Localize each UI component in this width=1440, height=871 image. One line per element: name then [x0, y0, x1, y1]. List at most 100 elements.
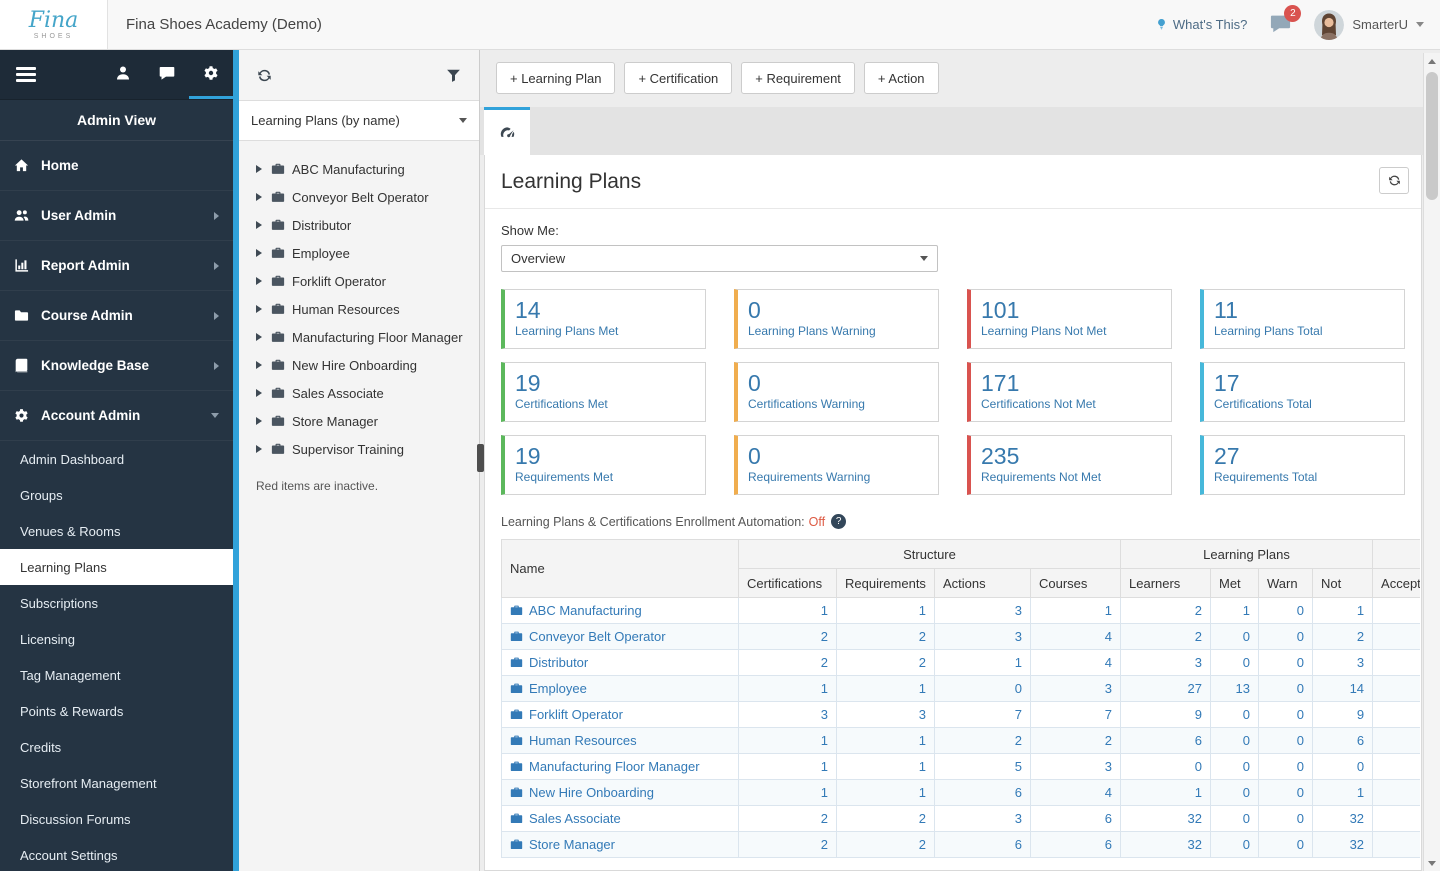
cell-not[interactable]: 32	[1311, 805, 1374, 832]
cell-warn[interactable]: 0	[1258, 805, 1313, 832]
cell-courses[interactable]: 6	[1030, 831, 1121, 858]
cell-actions[interactable]: 6	[934, 831, 1031, 858]
cell-met[interactable]: 1	[1210, 597, 1259, 624]
cell-requirements[interactable]: 1	[836, 727, 935, 754]
tree-item[interactable]: Human Resources	[239, 295, 479, 323]
tree-item[interactable]: Manufacturing Floor Manager	[239, 323, 479, 351]
cell-certifications[interactable]: 2	[738, 805, 837, 832]
learning-plan-link[interactable]: Manufacturing Floor Manager	[529, 759, 700, 774]
sidebar-subitem[interactable]: Licensing	[0, 621, 233, 657]
help-icon[interactable]: ?	[831, 514, 847, 529]
sidebar-subitem[interactable]: Venues & Rooms	[0, 513, 233, 549]
expand-arrow-icon[interactable]	[256, 277, 262, 285]
stat-card[interactable]: 17 Certifications Total	[1200, 362, 1405, 422]
sidebar-subitem[interactable]: Credits	[0, 729, 233, 765]
cell-certifications[interactable]: 2	[738, 623, 837, 650]
cell-met[interactable]: 0	[1210, 701, 1259, 728]
cell-met[interactable]: 0	[1210, 623, 1259, 650]
cell-warn[interactable]: 0	[1258, 727, 1313, 754]
stat-card[interactable]: 19 Requirements Met	[501, 435, 706, 495]
expand-arrow-icon[interactable]	[256, 221, 262, 229]
cell-actions[interactable]: 7	[934, 701, 1031, 728]
cell-courses[interactable]: 2	[1030, 727, 1121, 754]
cell-not[interactable]: 1	[1311, 597, 1374, 624]
sidebar-item-report-admin[interactable]: Report Admin	[0, 241, 233, 291]
scroll-down-button[interactable]	[1424, 855, 1440, 871]
scroll-up-button[interactable]	[1424, 53, 1440, 69]
cell-learners[interactable]: 32	[1120, 805, 1211, 832]
cell-not[interactable]: 14	[1311, 675, 1374, 702]
cell-certifications[interactable]: 2	[738, 649, 837, 676]
cell-actions[interactable]: 6	[934, 779, 1031, 806]
cell-warn[interactable]: 0	[1258, 701, 1313, 728]
learning-plan-link[interactable]: Employee	[529, 681, 587, 696]
cell-warn[interactable]: 0	[1258, 779, 1313, 806]
expand-arrow-icon[interactable]	[256, 165, 262, 173]
cell-certifications[interactable]: 2	[738, 831, 837, 858]
cell-warn[interactable]: 0	[1258, 831, 1313, 858]
sidebar-item-account-admin[interactable]: Account Admin	[0, 391, 233, 441]
tree-sort-dropdown[interactable]: Learning Plans (by name)	[239, 100, 479, 141]
sidebar-subitem[interactable]: Groups	[0, 477, 233, 513]
whats-this-button[interactable]: What's This?	[1155, 17, 1247, 32]
cell-certifications[interactable]: 1	[738, 727, 837, 754]
cell-certifications[interactable]: 1	[738, 597, 837, 624]
cell-learners[interactable]: 6	[1120, 727, 1211, 754]
expand-arrow-icon[interactable]	[256, 417, 262, 425]
add-learning-plan-button[interactable]: + Learning Plan	[496, 62, 616, 94]
expand-arrow-icon[interactable]	[256, 445, 262, 453]
cell-requirements[interactable]: 2	[836, 831, 935, 858]
tab-dashboard[interactable]	[484, 107, 530, 155]
cell-requirements[interactable]: 2	[836, 805, 935, 832]
user-menu[interactable]: SmarterU	[1314, 9, 1424, 40]
learning-plan-link[interactable]: Store Manager	[529, 837, 615, 852]
cell-not[interactable]: 3	[1311, 649, 1374, 676]
cell-certifications[interactable]: 1	[738, 779, 837, 806]
cell-learners[interactable]: 32	[1120, 831, 1211, 858]
expand-arrow-icon[interactable]	[256, 305, 262, 313]
messages-button[interactable]: 2	[1269, 4, 1302, 37]
cell-requirements[interactable]: 1	[836, 779, 935, 806]
tree-item[interactable]: Distributor	[239, 211, 479, 239]
refresh-button[interactable]	[1379, 167, 1409, 194]
cell-learners[interactable]: 3	[1120, 649, 1211, 676]
stat-card[interactable]: 0 Certifications Warning	[734, 362, 939, 422]
cell-requirements[interactable]: 3	[836, 701, 935, 728]
cell-warn[interactable]: 0	[1258, 597, 1313, 624]
tree-item[interactable]: Sales Associate	[239, 379, 479, 407]
cell-met[interactable]: 0	[1210, 753, 1259, 780]
panel-resize-handle[interactable]	[477, 444, 484, 472]
cell-warn[interactable]: 0	[1258, 623, 1313, 650]
cell-courses[interactable]: 1	[1030, 597, 1121, 624]
stat-card[interactable]: 0 Requirements Warning	[734, 435, 939, 495]
cell-met[interactable]: 0	[1210, 727, 1259, 754]
messages-mode-button[interactable]	[145, 50, 189, 99]
cell-actions[interactable]: 5	[934, 753, 1031, 780]
sidebar-subitem[interactable]: Account Settings	[0, 837, 233, 871]
cell-requirements[interactable]: 2	[836, 649, 935, 676]
cell-actions[interactable]: 0	[934, 675, 1031, 702]
tree-item[interactable]: ABC Manufacturing	[239, 155, 479, 183]
user-mode-button[interactable]	[101, 50, 145, 99]
vertical-scrollbar[interactable]	[1423, 53, 1440, 871]
expand-arrow-icon[interactable]	[256, 333, 262, 341]
expand-arrow-icon[interactable]	[256, 193, 262, 201]
cell-warn[interactable]: 0	[1258, 675, 1313, 702]
tree-item[interactable]: Forklift Operator	[239, 267, 479, 295]
expand-arrow-icon[interactable]	[256, 361, 262, 369]
filter-icon[interactable]	[446, 68, 461, 83]
scrollbar-thumb[interactable]	[1426, 72, 1438, 200]
cell-courses[interactable]: 4	[1030, 623, 1121, 650]
cell-courses[interactable]: 7	[1030, 701, 1121, 728]
sidebar-subitem[interactable]: Learning Plans	[0, 549, 233, 585]
tree-item[interactable]: Employee	[239, 239, 479, 267]
learning-plan-link[interactable]: Distributor	[529, 655, 588, 670]
cell-warn[interactable]: 0	[1258, 649, 1313, 676]
cell-actions[interactable]: 3	[934, 805, 1031, 832]
cell-not[interactable]: 2	[1311, 623, 1374, 650]
stat-card[interactable]: 101 Learning Plans Not Met	[967, 289, 1172, 349]
app-logo[interactable]: Fina SHOES	[0, 0, 108, 49]
cell-not[interactable]: 0	[1311, 753, 1374, 780]
cell-not[interactable]: 1	[1311, 779, 1374, 806]
cell-courses[interactable]: 3	[1030, 753, 1121, 780]
